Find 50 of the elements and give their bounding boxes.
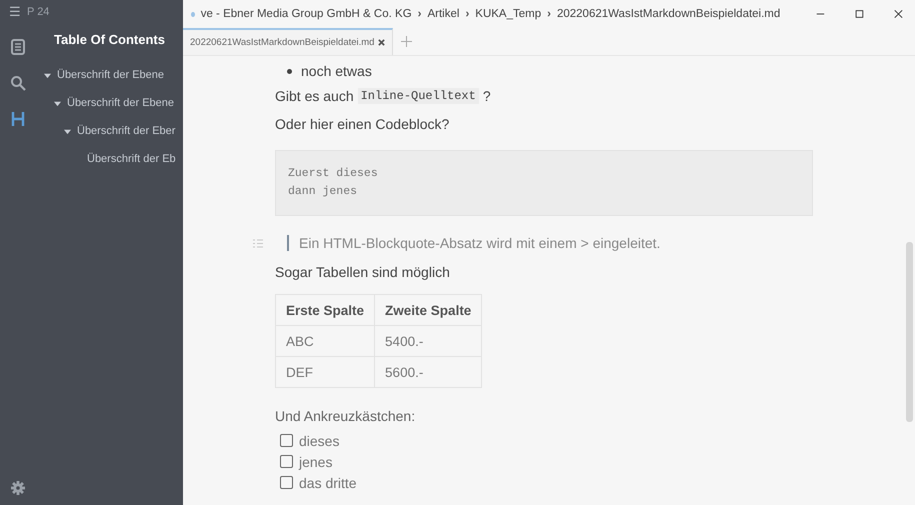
column-header: Zweite Spalte (374, 294, 482, 326)
column-header: Erste Spalte (276, 294, 375, 326)
checkbox-label: das dritte (299, 474, 357, 490)
paragraph-text: Sogar Tabellen sind möglich (275, 263, 451, 282)
caret-icon[interactable] (64, 128, 71, 134)
heading-icon[interactable] (11, 111, 25, 127)
search-icon[interactable] (10, 75, 26, 91)
toc-item[interactable]: Überschrift der Eb (87, 153, 176, 165)
checkbox[interactable] (280, 434, 293, 447)
chevron-icon: › (465, 8, 470, 20)
toc-item[interactable]: Überschrift der Ebene (67, 97, 174, 109)
checkbox[interactable] (280, 455, 293, 468)
list-icon (253, 238, 263, 248)
chevron-icon: › (418, 8, 422, 20)
word-count: P 24 (27, 6, 50, 18)
table-cell: 5600.- (374, 356, 482, 388)
bullet-icon (287, 68, 292, 74)
settings-icon[interactable] (11, 481, 25, 495)
chevron-icon: › (547, 8, 551, 20)
paragraph-text: ? (482, 88, 491, 104)
paragraph-text: Oder hier einen Codeblock? (275, 115, 450, 134)
checkbox[interactable] (280, 476, 293, 489)
code-line: dann jenes (288, 184, 358, 200)
breadcrumb-item: Artikel (427, 8, 460, 20)
toc-item[interactable]: Überschrift der Ebene (57, 69, 164, 81)
table-cell: ABC (276, 326, 375, 356)
panel-title: Table Of Contents (53, 32, 166, 47)
file-tab[interactable]: 20220621WasIstMarkdownBeispieldatei.md (183, 28, 394, 55)
breadcrumb-item: 20220621WasIstMarkdownBeispieldatei.md (556, 8, 780, 20)
close-icon[interactable] (378, 39, 386, 46)
scrollbar-thumb[interactable] (906, 242, 913, 422)
caret-icon[interactable] (54, 100, 61, 106)
caret-icon[interactable] (44, 72, 51, 78)
menu-icon[interactable]: ☰ (9, 4, 21, 19)
table-cell: DEF (276, 356, 375, 388)
code-line: Zuerst dieses (288, 166, 379, 182)
close-icon[interactable] (894, 8, 903, 20)
table-cell: 5400.- (374, 326, 482, 356)
breadcrumb-item: KUKA_Temp (475, 8, 542, 20)
toc-item[interactable]: Überschrift der Eber (77, 125, 176, 137)
paragraph-text: Gibt es auch (275, 88, 354, 104)
checkbox-label: dieses (299, 432, 340, 448)
breadcrumb-item: ve - Ebner Media Group GmbH & Co. KG (200, 8, 412, 20)
paragraph-text: Und Ankreuzkästchen: (275, 407, 416, 426)
files-icon[interactable] (11, 39, 25, 55)
list-item: noch etwas (301, 63, 372, 79)
checkbox-label: jenes (299, 454, 332, 470)
maximize-icon[interactable] (855, 8, 864, 20)
inline-code: Inline-Quelltext (358, 88, 479, 104)
blockquote: Ein HTML-Blockquote-Absatz wird mit einem > eingeleitet. (287, 235, 660, 251)
